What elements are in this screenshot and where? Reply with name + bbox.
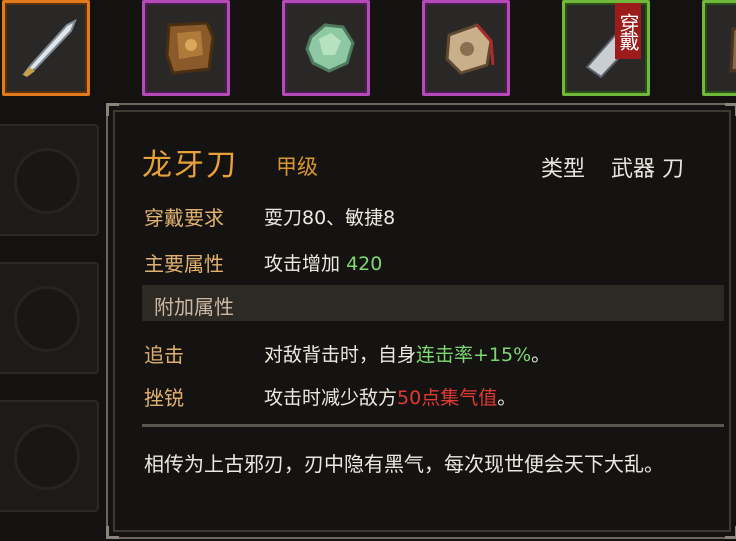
- type-value: 武器 刀: [611, 157, 684, 182]
- side-slot-2[interactable]: [0, 262, 99, 374]
- extra-attr-label: 追击: [144, 343, 184, 367]
- extra-attr-value: 攻击时减少敌方50点集气值。: [264, 383, 516, 410]
- item-description: 相传为上古邪刃，刃中隐有黑气，每次现世便会天下大乱。: [144, 452, 664, 476]
- extra-attr-value: 对敌背击时，自身连击率+15%。: [264, 340, 550, 367]
- main-attr-text: 攻击增加: [264, 253, 341, 275]
- extra-attr-highlight: 50点集气值: [397, 387, 498, 409]
- requirement-value: 耍刀80、敏捷8: [264, 207, 396, 229]
- inventory-slot-jade-stone[interactable]: [282, 0, 370, 96]
- extra-attr-header: 附加属性: [142, 285, 724, 321]
- inventory-slot-partial[interactable]: [702, 0, 736, 96]
- corner-ornament: [725, 526, 736, 539]
- extra-attr-label: 挫锐: [144, 386, 184, 410]
- divider: [142, 424, 724, 427]
- side-slot-3[interactable]: [0, 400, 99, 512]
- inventory-slot-cleaver[interactable]: 穿戴: [562, 0, 650, 96]
- side-slot-1[interactable]: [0, 124, 99, 236]
- corner-ornament: [106, 103, 119, 116]
- jade-stone-icon: [305, 23, 355, 73]
- extra-attr-prefix: 对敌背击时，自身: [264, 344, 417, 366]
- requirement-label: 穿戴要求: [144, 206, 224, 230]
- inventory-slot-dragon-fang-blade[interactable]: [2, 0, 90, 96]
- item-grade: 甲级: [276, 155, 318, 179]
- extra-attr-highlight: 连击率+15%: [416, 344, 532, 366]
- worn-tag: 穿戴: [615, 3, 641, 59]
- empty-slot-ring: [14, 148, 80, 214]
- extra-attr-prefix: 攻击时减少敌方: [264, 387, 398, 409]
- dragon-fang-blade-icon: [22, 18, 77, 77]
- corner-ornament: [106, 526, 119, 539]
- extra-attr-suffix: 。: [497, 387, 517, 409]
- type-label: 类型: [541, 157, 586, 182]
- corner-ornament: [725, 103, 736, 116]
- main-attr-value: 420: [346, 253, 383, 275]
- extra-attr-header-label: 附加属性: [154, 295, 234, 319]
- empty-slot-ring: [14, 286, 80, 352]
- partial-item-icon: [729, 27, 736, 73]
- inventory-slot-leather-armor[interactable]: [142, 0, 230, 96]
- item-name: 龙牙刀: [142, 148, 238, 183]
- item-tooltip: 龙牙刀 甲级 类型 武器 刀 穿戴要求 耍刀80、敏捷8 主要属性 攻击增加 4…: [106, 103, 736, 539]
- main-attr-row: 攻击增加 420: [264, 249, 382, 276]
- inventory-slot-pouch[interactable]: [422, 0, 510, 96]
- empty-slot-ring: [14, 424, 80, 490]
- main-attr-label: 主要属性: [144, 252, 224, 276]
- leather-armor-icon: [165, 21, 215, 75]
- pouch-icon: [445, 23, 495, 75]
- extra-attr-suffix: 。: [531, 344, 551, 366]
